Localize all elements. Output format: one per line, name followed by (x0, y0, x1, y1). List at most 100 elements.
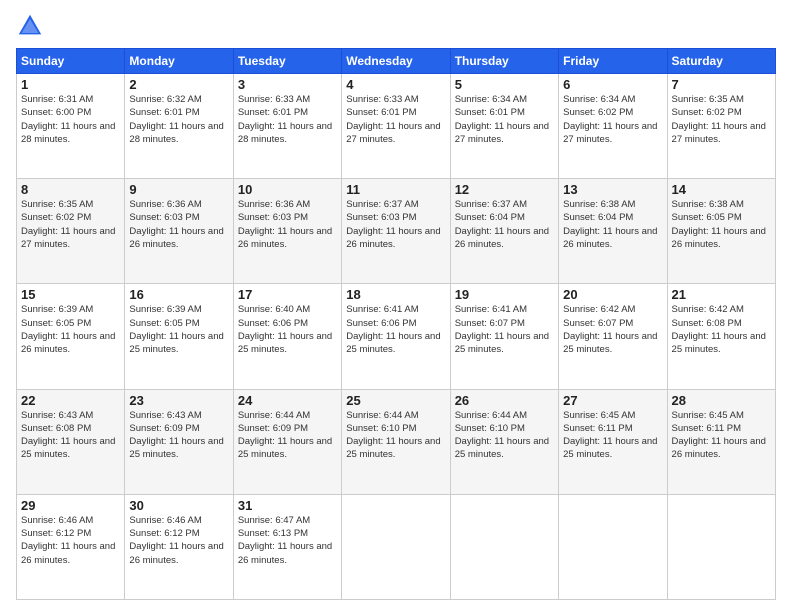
day-number: 3 (238, 77, 337, 92)
day-info: Sunrise: 6:34 AMSunset: 6:01 PMDaylight:… (455, 94, 549, 145)
day-info: Sunrise: 6:46 AMSunset: 6:12 PMDaylight:… (129, 515, 223, 566)
calendar-cell: 5 Sunrise: 6:34 AMSunset: 6:01 PMDayligh… (450, 74, 558, 179)
calendar-cell: 28 Sunrise: 6:45 AMSunset: 6:11 PMDaylig… (667, 389, 775, 494)
day-info: Sunrise: 6:33 AMSunset: 6:01 PMDaylight:… (346, 94, 440, 145)
day-info: Sunrise: 6:47 AMSunset: 6:13 PMDaylight:… (238, 515, 332, 566)
day-number: 22 (21, 393, 120, 408)
day-number: 2 (129, 77, 228, 92)
calendar-cell (450, 494, 558, 599)
logo (16, 12, 48, 40)
calendar-cell: 15 Sunrise: 6:39 AMSunset: 6:05 PMDaylig… (17, 284, 125, 389)
calendar-cell: 10 Sunrise: 6:36 AMSunset: 6:03 PMDaylig… (233, 179, 341, 284)
calendar-week-row: 8 Sunrise: 6:35 AMSunset: 6:02 PMDayligh… (17, 179, 776, 284)
day-info: Sunrise: 6:44 AMSunset: 6:10 PMDaylight:… (455, 410, 549, 461)
calendar-cell: 31 Sunrise: 6:47 AMSunset: 6:13 PMDaylig… (233, 494, 341, 599)
weekday-header: Saturday (667, 49, 775, 74)
weekday-header: Sunday (17, 49, 125, 74)
day-info: Sunrise: 6:42 AMSunset: 6:08 PMDaylight:… (672, 304, 766, 355)
day-number: 31 (238, 498, 337, 513)
day-info: Sunrise: 6:41 AMSunset: 6:06 PMDaylight:… (346, 304, 440, 355)
weekday-header: Wednesday (342, 49, 450, 74)
day-number: 14 (672, 182, 771, 197)
day-number: 16 (129, 287, 228, 302)
day-info: Sunrise: 6:38 AMSunset: 6:05 PMDaylight:… (672, 199, 766, 250)
calendar-cell (667, 494, 775, 599)
calendar-cell: 1 Sunrise: 6:31 AMSunset: 6:00 PMDayligh… (17, 74, 125, 179)
day-number: 21 (672, 287, 771, 302)
day-info: Sunrise: 6:33 AMSunset: 6:01 PMDaylight:… (238, 94, 332, 145)
weekday-header: Thursday (450, 49, 558, 74)
day-number: 13 (563, 182, 662, 197)
header (16, 12, 776, 40)
calendar-cell: 8 Sunrise: 6:35 AMSunset: 6:02 PMDayligh… (17, 179, 125, 284)
calendar-cell: 21 Sunrise: 6:42 AMSunset: 6:08 PMDaylig… (667, 284, 775, 389)
day-number: 7 (672, 77, 771, 92)
day-info: Sunrise: 6:37 AMSunset: 6:03 PMDaylight:… (346, 199, 440, 250)
day-info: Sunrise: 6:36 AMSunset: 6:03 PMDaylight:… (238, 199, 332, 250)
day-info: Sunrise: 6:41 AMSunset: 6:07 PMDaylight:… (455, 304, 549, 355)
calendar-cell: 27 Sunrise: 6:45 AMSunset: 6:11 PMDaylig… (559, 389, 667, 494)
calendar-week-row: 15 Sunrise: 6:39 AMSunset: 6:05 PMDaylig… (17, 284, 776, 389)
calendar-cell: 7 Sunrise: 6:35 AMSunset: 6:02 PMDayligh… (667, 74, 775, 179)
weekday-header-row: SundayMondayTuesdayWednesdayThursdayFrid… (17, 49, 776, 74)
calendar-cell: 26 Sunrise: 6:44 AMSunset: 6:10 PMDaylig… (450, 389, 558, 494)
weekday-header: Monday (125, 49, 233, 74)
day-info: Sunrise: 6:43 AMSunset: 6:08 PMDaylight:… (21, 410, 115, 461)
day-number: 23 (129, 393, 228, 408)
calendar-cell: 16 Sunrise: 6:39 AMSunset: 6:05 PMDaylig… (125, 284, 233, 389)
calendar-cell: 4 Sunrise: 6:33 AMSunset: 6:01 PMDayligh… (342, 74, 450, 179)
day-number: 26 (455, 393, 554, 408)
day-number: 5 (455, 77, 554, 92)
calendar-week-row: 29 Sunrise: 6:46 AMSunset: 6:12 PMDaylig… (17, 494, 776, 599)
day-number: 12 (455, 182, 554, 197)
day-info: Sunrise: 6:44 AMSunset: 6:10 PMDaylight:… (346, 410, 440, 461)
calendar-body: 1 Sunrise: 6:31 AMSunset: 6:00 PMDayligh… (17, 74, 776, 600)
calendar-cell (559, 494, 667, 599)
day-info: Sunrise: 6:40 AMSunset: 6:06 PMDaylight:… (238, 304, 332, 355)
day-info: Sunrise: 6:37 AMSunset: 6:04 PMDaylight:… (455, 199, 549, 250)
day-info: Sunrise: 6:32 AMSunset: 6:01 PMDaylight:… (129, 94, 223, 145)
day-info: Sunrise: 6:35 AMSunset: 6:02 PMDaylight:… (21, 199, 115, 250)
day-number: 30 (129, 498, 228, 513)
day-info: Sunrise: 6:31 AMSunset: 6:00 PMDaylight:… (21, 94, 115, 145)
day-number: 24 (238, 393, 337, 408)
calendar-cell: 3 Sunrise: 6:33 AMSunset: 6:01 PMDayligh… (233, 74, 341, 179)
day-number: 10 (238, 182, 337, 197)
day-info: Sunrise: 6:35 AMSunset: 6:02 PMDaylight:… (672, 94, 766, 145)
day-info: Sunrise: 6:45 AMSunset: 6:11 PMDaylight:… (563, 410, 657, 461)
weekday-header: Tuesday (233, 49, 341, 74)
day-number: 29 (21, 498, 120, 513)
day-info: Sunrise: 6:38 AMSunset: 6:04 PMDaylight:… (563, 199, 657, 250)
day-number: 19 (455, 287, 554, 302)
calendar-cell: 17 Sunrise: 6:40 AMSunset: 6:06 PMDaylig… (233, 284, 341, 389)
calendar-week-row: 1 Sunrise: 6:31 AMSunset: 6:00 PMDayligh… (17, 74, 776, 179)
day-info: Sunrise: 6:45 AMSunset: 6:11 PMDaylight:… (672, 410, 766, 461)
day-number: 4 (346, 77, 445, 92)
calendar-cell: 18 Sunrise: 6:41 AMSunset: 6:06 PMDaylig… (342, 284, 450, 389)
calendar-cell: 9 Sunrise: 6:36 AMSunset: 6:03 PMDayligh… (125, 179, 233, 284)
day-number: 8 (21, 182, 120, 197)
calendar-cell: 29 Sunrise: 6:46 AMSunset: 6:12 PMDaylig… (17, 494, 125, 599)
day-info: Sunrise: 6:39 AMSunset: 6:05 PMDaylight:… (21, 304, 115, 355)
calendar-cell: 20 Sunrise: 6:42 AMSunset: 6:07 PMDaylig… (559, 284, 667, 389)
day-number: 20 (563, 287, 662, 302)
day-info: Sunrise: 6:46 AMSunset: 6:12 PMDaylight:… (21, 515, 115, 566)
calendar-cell: 14 Sunrise: 6:38 AMSunset: 6:05 PMDaylig… (667, 179, 775, 284)
calendar-cell: 24 Sunrise: 6:44 AMSunset: 6:09 PMDaylig… (233, 389, 341, 494)
calendar-cell: 6 Sunrise: 6:34 AMSunset: 6:02 PMDayligh… (559, 74, 667, 179)
calendar-header: SundayMondayTuesdayWednesdayThursdayFrid… (17, 49, 776, 74)
day-info: Sunrise: 6:44 AMSunset: 6:09 PMDaylight:… (238, 410, 332, 461)
calendar-cell: 19 Sunrise: 6:41 AMSunset: 6:07 PMDaylig… (450, 284, 558, 389)
day-info: Sunrise: 6:36 AMSunset: 6:03 PMDaylight:… (129, 199, 223, 250)
calendar-cell: 13 Sunrise: 6:38 AMSunset: 6:04 PMDaylig… (559, 179, 667, 284)
calendar-table: SundayMondayTuesdayWednesdayThursdayFrid… (16, 48, 776, 600)
page: SundayMondayTuesdayWednesdayThursdayFrid… (0, 0, 792, 612)
calendar-cell: 2 Sunrise: 6:32 AMSunset: 6:01 PMDayligh… (125, 74, 233, 179)
day-number: 17 (238, 287, 337, 302)
day-number: 1 (21, 77, 120, 92)
day-number: 18 (346, 287, 445, 302)
calendar-cell: 25 Sunrise: 6:44 AMSunset: 6:10 PMDaylig… (342, 389, 450, 494)
day-info: Sunrise: 6:39 AMSunset: 6:05 PMDaylight:… (129, 304, 223, 355)
calendar-cell: 22 Sunrise: 6:43 AMSunset: 6:08 PMDaylig… (17, 389, 125, 494)
day-number: 6 (563, 77, 662, 92)
